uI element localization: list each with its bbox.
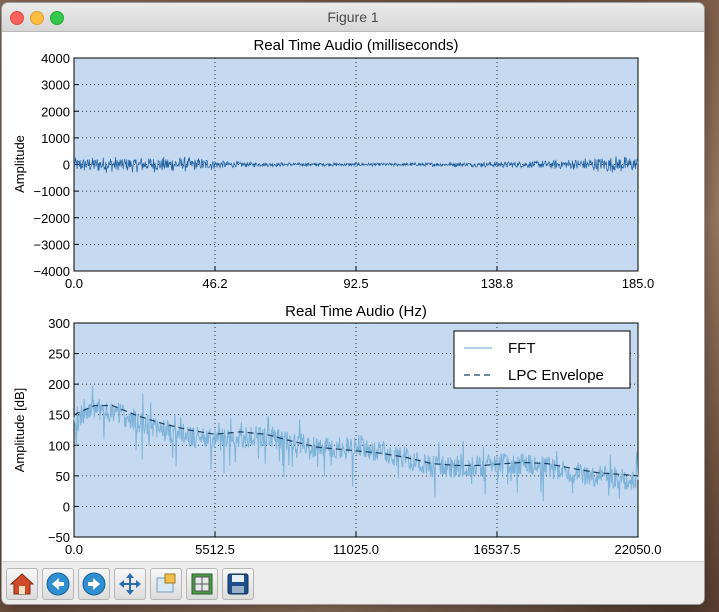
- forward-button[interactable]: [78, 568, 110, 600]
- plots-svg: Real Time Audio (milliseconds) Amplitude…: [12, 37, 662, 557]
- y-tick-label: 50: [56, 469, 70, 484]
- x-tick-label: 0.0: [65, 276, 83, 291]
- x-tick-label: 5512.5: [195, 542, 235, 557]
- window-title: Figure 1: [327, 9, 379, 25]
- zoom-rect-icon: [156, 573, 176, 593]
- home-button[interactable]: [6, 568, 38, 600]
- y-tick-label: −3000: [33, 237, 70, 252]
- x-tick-label: 185.0: [622, 276, 655, 291]
- y-tick-label: −2000: [33, 211, 70, 226]
- x-tick-label: 16537.5: [474, 542, 521, 557]
- x-tick-label: 0.0: [65, 542, 83, 557]
- y-tick-label: 150: [48, 408, 70, 423]
- back-arrow-icon: [46, 572, 70, 596]
- x-tick-label: 11025.0: [333, 542, 379, 557]
- x-tick-label: 22050.0: [615, 542, 662, 557]
- freq-plot-title: Real Time Audio (Hz): [285, 303, 427, 320]
- home-icon: [10, 573, 34, 595]
- legend: FFT LPC Envelope: [453, 330, 631, 389]
- x-tick-label: 138.8: [481, 276, 514, 291]
- time-plot-ylabel: Amplitude: [12, 135, 27, 193]
- time-plot-title: Real Time Audio (milliseconds): [253, 37, 458, 54]
- legend-lpc-label: LPC Envelope: [508, 367, 604, 384]
- x-tick-label: 92.5: [343, 276, 368, 291]
- y-tick-label: 0: [63, 158, 70, 173]
- frequency-domain-axes: Real Time Audio (Hz) Amplitude [dB] 300 2…: [12, 303, 662, 557]
- forward-arrow-icon: [82, 572, 106, 596]
- legend-fft-label: FFT: [508, 340, 536, 357]
- zoom-button[interactable]: [150, 568, 182, 600]
- y-tick-label: 200: [48, 377, 70, 392]
- pan-button[interactable]: [114, 568, 146, 600]
- y-tick-label: 3000: [41, 78, 70, 93]
- x-tick-label: 46.2: [202, 276, 227, 291]
- y-tick-label: 250: [48, 347, 70, 362]
- freq-plot-ylabel: Amplitude [dB]: [12, 388, 27, 473]
- y-tick-label: −1000: [33, 184, 70, 199]
- y-tick-label: 100: [48, 438, 70, 453]
- subplots-button[interactable]: [186, 568, 218, 600]
- y-tick-label: 2000: [41, 104, 70, 119]
- figure-canvas[interactable]: Real Time Audio (milliseconds) Amplitude…: [2, 32, 704, 561]
- save-button[interactable]: [222, 568, 254, 600]
- matplotlib-toolbar: [2, 561, 704, 604]
- y-tick-label: 4000: [41, 51, 70, 66]
- subplots-config-icon: [191, 573, 213, 595]
- title-bar[interactable]: Figure 1: [2, 3, 704, 32]
- figure-window: Figure 1 Real Time Audio (milliseconds) …: [2, 3, 704, 604]
- y-tick-label: 300: [48, 316, 70, 331]
- y-tick-label: 0: [63, 499, 70, 514]
- pan-arrows-icon: [119, 573, 141, 595]
- floppy-disk-icon: [227, 573, 249, 595]
- back-button[interactable]: [42, 568, 74, 600]
- time-domain-axes: Real Time Audio (milliseconds) Amplitude…: [12, 37, 654, 291]
- y-tick-label: 1000: [41, 131, 70, 146]
